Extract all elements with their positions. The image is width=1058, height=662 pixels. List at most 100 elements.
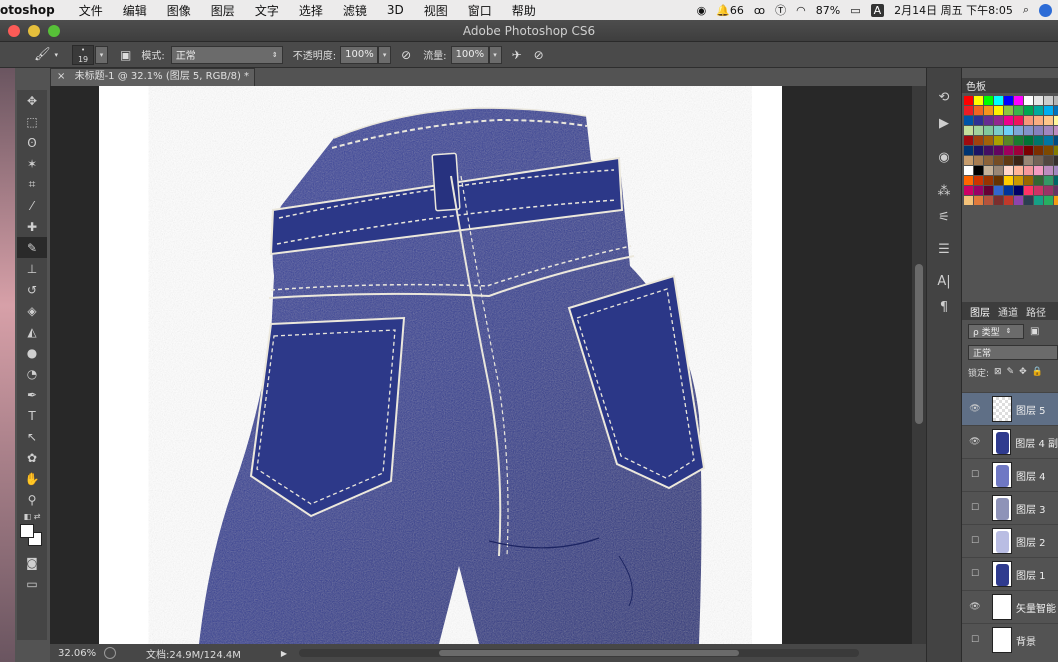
swatch[interactable] (1004, 176, 1013, 185)
swatch[interactable] (1044, 186, 1053, 195)
document-tab[interactable]: × 未标题-1 @ 32.1% (图层 5, RGB/8) * (50, 68, 255, 86)
swatch[interactable] (1054, 96, 1058, 105)
swatch[interactable] (994, 136, 1003, 145)
swatch[interactable] (1024, 96, 1033, 105)
layer-row[interactable]: ☐ 图层 4 (962, 458, 1058, 491)
tab-paths[interactable]: 路径 (1026, 304, 1046, 319)
swatch[interactable] (1014, 146, 1023, 155)
swatch[interactable] (994, 176, 1003, 185)
swatch[interactable] (1054, 116, 1058, 125)
swatch[interactable] (1004, 186, 1013, 195)
chevron-down-icon[interactable]: ▾ (55, 51, 59, 59)
swatch[interactable] (1014, 116, 1023, 125)
swatch[interactable] (994, 126, 1003, 135)
path-selection-tool-icon[interactable]: ↖ (17, 426, 47, 447)
swatch[interactable] (984, 196, 993, 205)
pressure-size-icon[interactable]: ⊘ (534, 48, 544, 62)
swatch[interactable] (964, 186, 973, 195)
notification-icon[interactable]: 🔔66 (716, 4, 744, 17)
lock-image-icon[interactable]: ✎ (1007, 367, 1015, 377)
screen-mode-icon[interactable]: ▭ (17, 573, 47, 594)
menu-filter[interactable]: 滤镜 (343, 2, 367, 19)
swatch[interactable] (974, 136, 983, 145)
wifi-icon[interactable]: ◠ (796, 4, 806, 17)
clock[interactable]: 2月14日 周五 下午8:05 (894, 2, 1013, 18)
menu-image[interactable]: 图像 (167, 2, 191, 19)
brush-panel-icon[interactable]: ⁂ (927, 178, 961, 204)
layer-filter-select[interactable]: ρ 类型 ⇕ (968, 323, 1024, 339)
layer-row[interactable]: ☐ 图层 2 (962, 524, 1058, 557)
paragraph-panel-icon[interactable]: ¶ (927, 294, 961, 320)
swatch[interactable] (994, 96, 1003, 105)
swatch[interactable] (1024, 116, 1033, 125)
swatch[interactable] (1034, 176, 1043, 185)
swatch[interactable] (1034, 156, 1043, 165)
swatch[interactable] (1024, 136, 1033, 145)
swatch[interactable] (984, 96, 993, 105)
swatch[interactable] (984, 126, 993, 135)
menu-help[interactable]: 帮助 (512, 2, 536, 19)
swatch[interactable] (1044, 106, 1053, 115)
swatch[interactable] (1024, 156, 1033, 165)
input-method-icon[interactable]: A (870, 3, 885, 17)
app-menu[interactable]: otoshop (0, 3, 55, 17)
swatch[interactable] (974, 96, 983, 105)
swatch[interactable] (1054, 186, 1058, 195)
brush-tool-icon[interactable]: ✎ (17, 237, 47, 258)
swatch[interactable] (1004, 116, 1013, 125)
swatch[interactable] (984, 146, 993, 155)
swatch[interactable] (1034, 166, 1043, 175)
swatch[interactable] (964, 136, 973, 145)
tab-channels[interactable]: 通道 (998, 304, 1018, 319)
record-icon[interactable]: ◉ (697, 4, 707, 17)
paragraph-styles-icon[interactable]: ☰ (927, 236, 961, 262)
swatch[interactable] (1054, 156, 1058, 165)
foreground-color-swatch[interactable] (20, 524, 34, 538)
swatch[interactable] (964, 196, 973, 205)
swatch[interactable] (1014, 156, 1023, 165)
flow-dropdown[interactable]: ▾ (488, 45, 502, 64)
opacity-dropdown[interactable]: ▾ (378, 45, 392, 64)
brush-panel-toggle-icon[interactable]: ▣ (120, 48, 131, 62)
swatch[interactable] (964, 176, 973, 185)
swatch[interactable] (964, 116, 973, 125)
swatch[interactable] (1054, 126, 1058, 135)
swatches-grid[interactable] (962, 93, 1058, 208)
swatch[interactable] (1004, 146, 1013, 155)
swatch[interactable] (1034, 116, 1043, 125)
swatch[interactable] (1024, 176, 1033, 185)
swatch[interactable] (1024, 196, 1033, 205)
swatch[interactable] (1024, 166, 1033, 175)
lasso-tool-icon[interactable]: ʘ (17, 132, 47, 153)
swatch[interactable] (1014, 106, 1023, 115)
swatch[interactable] (1044, 96, 1053, 105)
swatch[interactable] (1014, 126, 1023, 135)
swatch[interactable] (1024, 186, 1033, 195)
paint-bucket-tool-icon[interactable]: ◭ (17, 321, 47, 342)
visibility-box-icon[interactable]: ☐ (962, 470, 988, 480)
swatch[interactable] (1004, 156, 1013, 165)
swatch[interactable] (964, 106, 973, 115)
swatch[interactable] (1034, 106, 1043, 115)
swatch[interactable] (1054, 196, 1058, 205)
swatch[interactable] (984, 166, 993, 175)
swatch[interactable] (974, 146, 983, 155)
menu-select[interactable]: 选择 (299, 2, 323, 19)
crop-tool-icon[interactable]: ⌗ (17, 174, 47, 195)
swatch[interactable] (1014, 176, 1023, 185)
canvas-vertical-scrollbar[interactable] (912, 86, 926, 644)
visibility-box-icon[interactable]: ☐ (962, 536, 988, 546)
swatch[interactable] (1054, 146, 1058, 155)
swatch[interactable] (964, 96, 973, 105)
menu-file[interactable]: 文件 (79, 2, 103, 19)
swatch[interactable] (974, 116, 983, 125)
eraser-tool-icon[interactable]: ◈ (17, 300, 47, 321)
swatch[interactable] (1044, 136, 1053, 145)
pressure-opacity-icon[interactable]: ⊘ (401, 48, 411, 62)
swatch[interactable] (1034, 136, 1043, 145)
swatch[interactable] (994, 116, 1003, 125)
swatch[interactable] (1044, 156, 1053, 165)
status-arrow-icon[interactable]: ▶ (281, 649, 287, 658)
mode-select[interactable]: 正常 ⇕ (170, 45, 283, 64)
history-brush-tool-icon[interactable]: ↺ (17, 279, 47, 300)
